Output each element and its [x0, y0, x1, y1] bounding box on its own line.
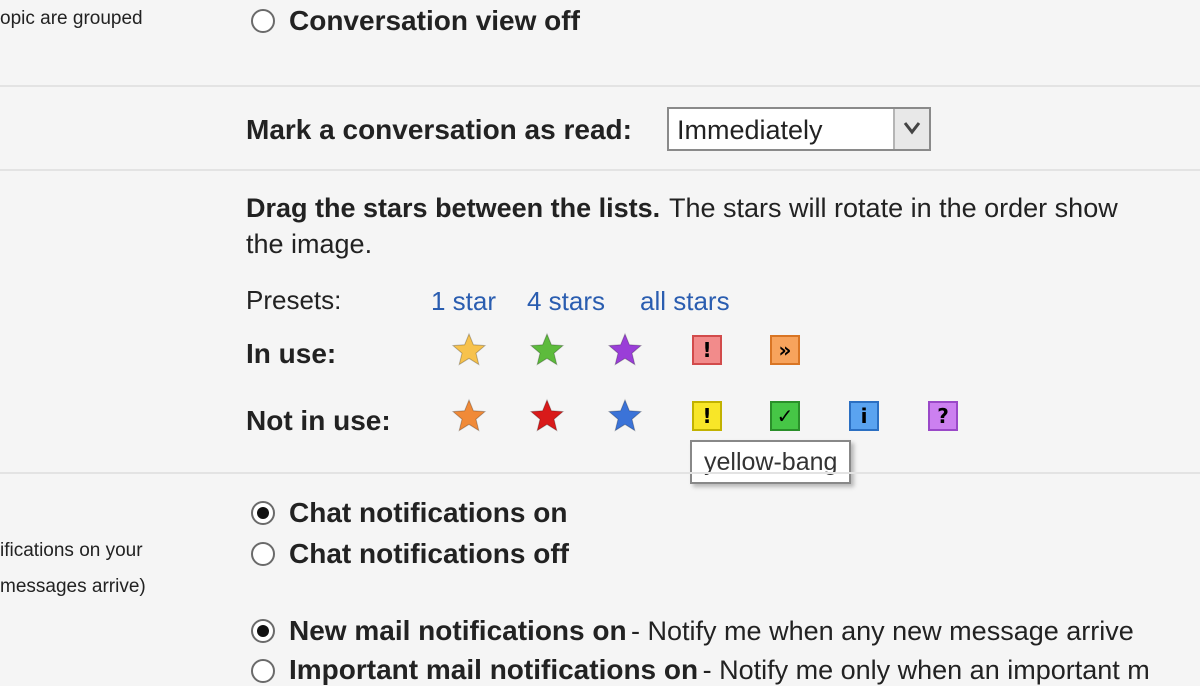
notifications-description-line1: ifications on your — [0, 540, 143, 561]
stars-instruction: Drag the stars between the lists. The st… — [246, 193, 1118, 224]
mark-read-label: Mark a conversation as read: — [246, 114, 632, 145]
new-mail-notifications-radio[interactable] — [251, 619, 275, 643]
in-use-label: In use: — [246, 338, 337, 369]
preset-all-stars-link[interactable]: all stars — [640, 286, 730, 317]
important-mail-notifications-radio[interactable] — [251, 659, 275, 683]
chat-notifications-on-radio[interactable] — [251, 501, 275, 525]
new-mail-notifications-label: New mail notifications on — [289, 615, 627, 646]
conversation-view-description: opic are grouped — [0, 8, 143, 29]
red-bang-icon[interactable]: ! — [692, 335, 722, 365]
green-check-icon[interactable]: ✓ — [770, 401, 800, 431]
preset-4-stars-link[interactable]: 4 stars — [527, 286, 605, 317]
mark-read-selected-value: Immediately — [677, 115, 823, 145]
section-divider — [0, 169, 1200, 171]
icon-tooltip: yellow-bang — [690, 440, 852, 484]
red-star-icon[interactable] — [529, 398, 565, 434]
not-in-use-label: Not in use: — [246, 405, 391, 436]
yellow-star-icon[interactable] — [451, 332, 487, 368]
blue-info-icon[interactable]: i — [849, 401, 879, 431]
notifications-description-line2: messages arrive) — [0, 576, 146, 597]
stars-instruction-text: The stars will rotate in the order show — [669, 193, 1118, 223]
stars-instruction-bold: Drag the stars between the lists. — [246, 193, 661, 223]
yellow-bang-icon[interactable]: ! — [692, 401, 722, 431]
mark-read-select[interactable]: Immediately — [667, 107, 931, 151]
conversation-view-off-radio[interactable] — [251, 9, 275, 33]
preset-1-star-link[interactable]: 1 star — [431, 286, 496, 317]
purple-question-icon[interactable]: ? — [928, 401, 958, 431]
conversation-view-off-label[interactable]: Conversation view off — [289, 5, 580, 37]
important-mail-notifications-option[interactable]: Important mail notifications on - Notify… — [289, 654, 1150, 686]
new-mail-notifications-option[interactable]: New mail notifications on - Notify me wh… — [289, 615, 1134, 647]
stars-instruction-line2: the image. — [246, 229, 373, 259]
section-divider — [0, 85, 1200, 87]
green-star-icon[interactable] — [529, 332, 565, 368]
section-divider — [0, 472, 1200, 474]
important-mail-notifications-desc: - Notify me only when an important m — [702, 655, 1150, 685]
new-mail-notifications-desc: - Notify me when any new message arrive — [631, 616, 1134, 646]
purple-star-icon[interactable] — [607, 332, 643, 368]
chat-notifications-off-label[interactable]: Chat notifications off — [289, 538, 569, 570]
orange-star-icon[interactable] — [451, 398, 487, 434]
orange-guillemet-icon[interactable]: » — [770, 335, 800, 365]
chevron-down-icon[interactable] — [893, 109, 929, 149]
blue-star-icon[interactable] — [607, 398, 643, 434]
chat-notifications-off-radio[interactable] — [251, 542, 275, 566]
important-mail-notifications-label: Important mail notifications on — [289, 654, 699, 685]
presets-label: Presets: — [246, 285, 342, 315]
chat-notifications-on-label[interactable]: Chat notifications on — [289, 497, 567, 529]
